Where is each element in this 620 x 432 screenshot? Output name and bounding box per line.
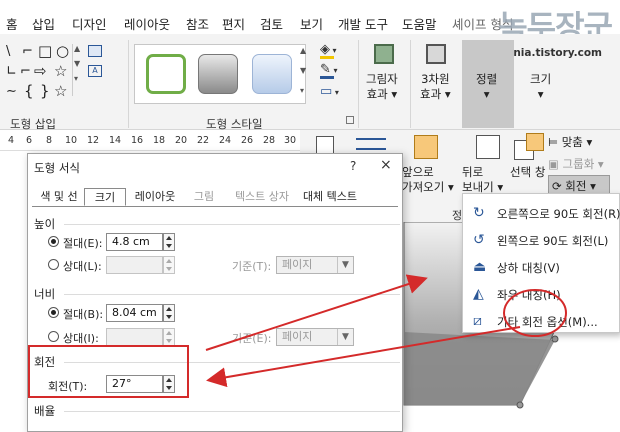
width-absolute-radio[interactable]: [48, 307, 59, 318]
tab-text-box[interactable]: 텍스트 상자: [228, 188, 296, 206]
rotation-heading: 회전: [34, 355, 56, 369]
arrange-group-label: 정: [452, 209, 463, 222]
tab-picture[interactable]: 그림: [184, 188, 224, 206]
height-heading: 높이: [34, 217, 56, 231]
section-divider: [64, 411, 400, 412]
shape-handle: [516, 401, 524, 409]
width-relative-label: 상대(I):: [63, 332, 99, 345]
format-shape-dialog: 도형 서식 ? × 색 및 선 크기 레이아웃 그림 텍스트 상자 대체 텍스트…: [27, 153, 403, 432]
height-base-select[interactable]: 페이지 ▼: [276, 256, 354, 274]
selection-pane-icon-fill: [526, 133, 544, 151]
width-spinner-icon[interactable]: [163, 304, 175, 322]
flip-horizontal-icon: ◭: [473, 286, 484, 302]
height-relative-radio[interactable]: [48, 259, 59, 270]
rotate-button-label: ⟳ 회전 ▾: [552, 179, 596, 193]
height-relative-input[interactable]: [106, 256, 163, 274]
shape-handle: [551, 335, 559, 343]
height-absolute-radio[interactable]: [48, 236, 59, 247]
menu-item-flip-horizontal[interactable]: ◭ 좌우 대칭(H): [463, 281, 620, 308]
send-backward-icon[interactable]: [476, 135, 500, 159]
bring-forward-label[interactable]: 앞으로 가져오기 ▾: [402, 165, 454, 195]
tab-colors-lines[interactable]: 색 및 선: [34, 188, 84, 206]
rotate-dropdown-menu: ↻ 오른쪽으로 90도 회전(R) ↺ 왼쪽으로 90도 회전(L) ⏏ 상하 …: [462, 193, 620, 333]
rotation-label: 회전(T):: [48, 380, 88, 393]
width-heading: 너비: [34, 287, 56, 301]
width-absolute-label: 절대(B):: [63, 308, 104, 321]
scale-heading: 배율: [34, 404, 56, 418]
menu-item-flip-vertical[interactable]: ⏏ 상하 대칭(V): [463, 254, 620, 281]
height-relative-spinner-icon[interactable]: [163, 256, 175, 274]
height-spinner-icon[interactable]: [163, 233, 175, 251]
help-icon[interactable]: ?: [350, 159, 356, 173]
more-rotation-icon: ⧄: [473, 313, 482, 329]
width-base-label: 기준(E):: [232, 332, 272, 345]
close-icon[interactable]: ×: [380, 157, 392, 173]
chevron-down-icon: ▼: [337, 257, 353, 273]
width-relative-input[interactable]: [106, 328, 163, 346]
tab-size[interactable]: 크기: [84, 188, 126, 206]
menu-item-rotate-left[interactable]: ↺ 왼쪽으로 90도 회전(L): [463, 227, 620, 254]
width-relative-spinner-icon[interactable]: [163, 328, 175, 346]
align-button[interactable]: ⊨ 맞춤 ▾: [548, 134, 592, 150]
selection-pane-label[interactable]: 선택 창: [510, 165, 545, 180]
dialog-title: 도형 서식: [34, 161, 80, 175]
height-relative-label: 상대(L):: [63, 260, 102, 273]
height-absolute-label: 절대(E):: [63, 237, 103, 250]
height-absolute-input[interactable]: 4.8 cm: [106, 233, 163, 251]
rotation-spinner-icon[interactable]: [163, 375, 175, 393]
rotate-left-icon: ↺: [473, 232, 485, 248]
bring-forward-icon[interactable]: [414, 135, 438, 159]
tab-strip-line: [32, 206, 398, 207]
section-divider: [64, 294, 400, 295]
rotation-input[interactable]: 27°: [106, 375, 163, 393]
menu-item-more-rotation[interactable]: ⧄ 기타 회전 옵션(M)...: [463, 308, 620, 335]
wrap-text-icon[interactable]: [356, 138, 386, 150]
chevron-down-icon: ▼: [337, 329, 353, 345]
send-backward-label[interactable]: 뒤로 보내기 ▾: [462, 165, 503, 195]
group-button[interactable]: ▣ 그룹화 ▾: [548, 156, 604, 172]
height-base-label: 기준(T):: [232, 260, 272, 273]
shape-lower-face: [404, 332, 555, 405]
section-divider: [64, 362, 400, 363]
menu-item-rotate-right[interactable]: ↻ 오른쪽으로 90도 회전(R): [463, 200, 620, 227]
flip-vertical-icon: ⏏: [473, 259, 487, 275]
section-divider: [64, 224, 400, 225]
width-base-select[interactable]: 페이지 ▼: [276, 328, 354, 346]
tab-alt-text[interactable]: 대체 텍스트: [300, 188, 360, 206]
rotate-right-icon: ↻: [473, 205, 485, 221]
width-relative-radio[interactable]: [48, 331, 59, 342]
tab-layout[interactable]: 레이아웃: [128, 188, 182, 206]
width-absolute-input[interactable]: 8.04 cm: [106, 304, 163, 322]
